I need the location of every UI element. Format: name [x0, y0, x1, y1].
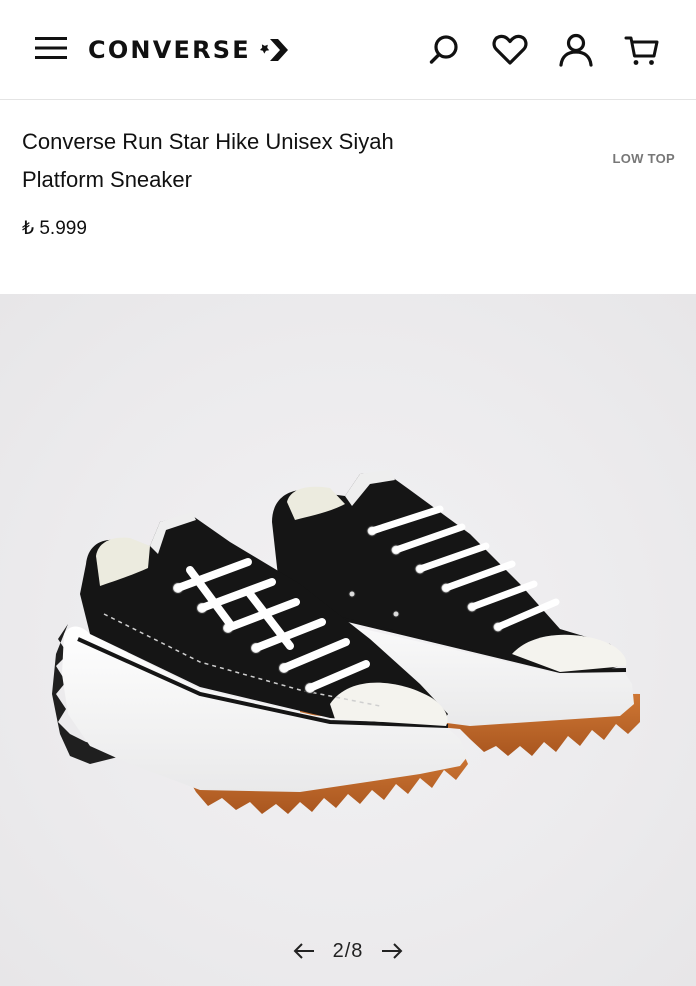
product-gallery[interactable]: 2/8 — [0, 294, 696, 986]
product-info: Converse Run Star Hike Unisex Siyah Plat… — [0, 101, 696, 294]
next-arrow-icon[interactable] — [377, 936, 407, 966]
brand-logo[interactable]: CONVERSE — [88, 34, 289, 66]
star-chevron-icon — [259, 39, 288, 61]
previous-arrow-icon[interactable] — [289, 936, 319, 966]
user-icon[interactable] — [556, 30, 596, 70]
menu-icon[interactable] — [34, 33, 68, 63]
site-header: CONVERSE — [0, 0, 696, 100]
cart-icon[interactable] — [622, 30, 662, 70]
heart-icon[interactable] — [490, 30, 530, 70]
product-price: ₺ 5.999 — [22, 218, 87, 239]
gallery-position: 2/8 — [332, 939, 364, 962]
gallery-pager: 2/8 — [0, 934, 696, 968]
brand-name: CONVERSE — [88, 36, 251, 64]
product-category-label[interactable]: LOW TOP — [612, 151, 675, 166]
product-title: Converse Run Star Hike Unisex Siyah Plat… — [22, 129, 394, 192]
product-image-sneakers[interactable] — [0, 294, 696, 914]
search-icon[interactable] — [424, 30, 464, 70]
